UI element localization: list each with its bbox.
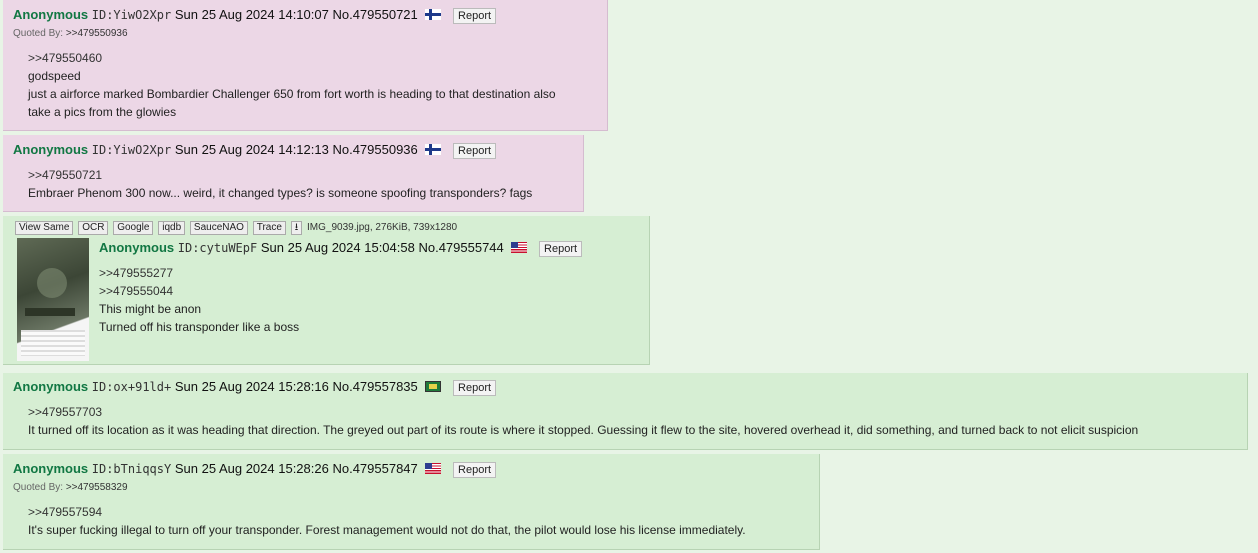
post-text-line: It's super fucking illegal to turn off y… xyxy=(28,523,746,537)
poster-id[interactable]: ID:bTniqqsY xyxy=(92,462,171,476)
post-text-line: It turned off its location as it was hea… xyxy=(28,423,1139,437)
post-text-line: Turned off his transponder like a boss xyxy=(99,320,300,334)
poster-name: Anonymous xyxy=(13,142,89,157)
quoted-by: Quoted By: >>479558329 xyxy=(13,482,128,493)
image-thumbnail[interactable] xyxy=(17,238,89,361)
post-text-line: take a pics from the glowies xyxy=(28,105,177,119)
poster-name: Anonymous xyxy=(13,379,89,394)
trace-button[interactable]: Trace xyxy=(252,221,286,235)
post-number[interactable]: No.479557847 xyxy=(332,461,417,476)
post-body: >>479555277 >>479555044 This might be an… xyxy=(99,264,299,336)
quoted-by-label: Quoted By: xyxy=(13,28,64,39)
post-number[interactable]: No.479555744 xyxy=(418,240,503,255)
iqdb-button[interactable]: iqdb xyxy=(158,221,186,235)
download-icon[interactable]: ⭳ xyxy=(290,221,303,235)
poster-name: Anonymous xyxy=(13,461,89,476)
post-text-line: godspeed xyxy=(28,69,81,83)
quoted-by-link[interactable]: >>479550936 xyxy=(66,28,128,39)
poster-id[interactable]: ID:YiwO2Xpr xyxy=(92,143,171,157)
post-header: Anonymous ID:YiwO2Xpr Sun 25 Aug 2024 14… xyxy=(13,7,497,24)
report-button[interactable]: Report xyxy=(539,241,583,257)
post-header: Anonymous ID:bTniqqsY Sun 25 Aug 2024 15… xyxy=(13,461,497,478)
post-date: Sun 25 Aug 2024 15:04:58 xyxy=(260,240,415,255)
quote-link[interactable]: >>479550460 xyxy=(28,49,556,67)
quoted-by: Quoted By: >>479550936 xyxy=(13,28,128,39)
post-date: Sun 25 Aug 2024 15:28:26 xyxy=(174,461,329,476)
post-479555744: View Same OCR Google iqdb SauceNAO Trace… xyxy=(3,216,650,365)
report-button[interactable]: Report xyxy=(453,8,497,24)
quote-link[interactable]: >>479557703 xyxy=(28,403,1138,421)
post-number[interactable]: No.479557835 xyxy=(332,379,417,394)
google-button[interactable]: Google xyxy=(113,221,154,235)
quote-link[interactable]: >>479550721 xyxy=(28,166,532,184)
quote-link[interactable]: >>479555044 xyxy=(99,282,299,300)
post-body: >>479550460 godspeed just a airforce mar… xyxy=(28,49,556,121)
post-header: Anonymous ID:cytuWEpF Sun 25 Aug 2024 15… xyxy=(99,240,583,257)
post-date: Sun 25 Aug 2024 14:10:07 xyxy=(174,7,329,22)
report-button[interactable]: Report xyxy=(453,462,497,478)
post-479557847: Anonymous ID:bTniqqsY Sun 25 Aug 2024 15… xyxy=(3,454,820,550)
report-button[interactable]: Report xyxy=(453,143,497,159)
post-text-line: just a airforce marked Bombardier Challe… xyxy=(28,87,556,101)
post-479557835: Anonymous ID:ox+91ld+ Sun 25 Aug 2024 15… xyxy=(3,373,1248,450)
us-flag-icon xyxy=(425,463,442,474)
quote-link[interactable]: >>479555277 xyxy=(99,264,299,282)
finland-flag-icon xyxy=(425,144,442,155)
file-toolbar: View Same OCR Google iqdb SauceNAO Trace… xyxy=(15,221,457,235)
view-same-button[interactable]: View Same xyxy=(15,221,74,235)
post-479550936: Anonymous ID:YiwO2Xpr Sun 25 Aug 2024 14… xyxy=(3,135,584,212)
post-header: Anonymous ID:ox+91ld+ Sun 25 Aug 2024 15… xyxy=(13,379,497,396)
ocr-button[interactable]: OCR xyxy=(78,221,109,235)
post-479550721: Anonymous ID:YiwO2Xpr Sun 25 Aug 2024 14… xyxy=(3,0,608,131)
post-body: >>479557703 It turned off its location a… xyxy=(28,403,1138,439)
finland-flag-icon xyxy=(425,9,442,20)
post-text-line: Embraer Phenom 300 now... weird, it chan… xyxy=(28,186,533,200)
post-number[interactable]: No.479550936 xyxy=(332,142,417,157)
post-number[interactable]: No.479550721 xyxy=(332,7,417,22)
report-button[interactable]: Report xyxy=(453,380,497,396)
post-date: Sun 25 Aug 2024 15:28:16 xyxy=(174,379,329,394)
poster-name: Anonymous xyxy=(13,7,89,22)
post-body: >>479550721 Embraer Phenom 300 now... we… xyxy=(28,166,532,202)
file-info[interactable]: IMG_9039.jpg, 276KiB, 739x1280 xyxy=(307,222,457,233)
quoted-by-link[interactable]: >>479558329 xyxy=(66,482,128,493)
poster-id[interactable]: ID:YiwO2Xpr xyxy=(92,8,171,22)
regional-flag-icon xyxy=(425,381,442,392)
poster-id[interactable]: ID:ox+91ld+ xyxy=(92,380,171,394)
quote-link[interactable]: >>479557594 xyxy=(28,503,746,521)
post-text-line: This might be anon xyxy=(99,302,202,316)
poster-name: Anonymous xyxy=(99,240,175,255)
post-body: >>479557594 It's super fucking illegal t… xyxy=(28,503,746,539)
poster-id[interactable]: ID:cytuWEpF xyxy=(178,241,257,255)
saucenao-button[interactable]: SauceNAO xyxy=(189,221,248,235)
post-date: Sun 25 Aug 2024 14:12:13 xyxy=(174,142,329,157)
us-flag-icon xyxy=(511,242,528,253)
quoted-by-label: Quoted By: xyxy=(13,482,64,493)
post-header: Anonymous ID:YiwO2Xpr Sun 25 Aug 2024 14… xyxy=(13,142,497,159)
